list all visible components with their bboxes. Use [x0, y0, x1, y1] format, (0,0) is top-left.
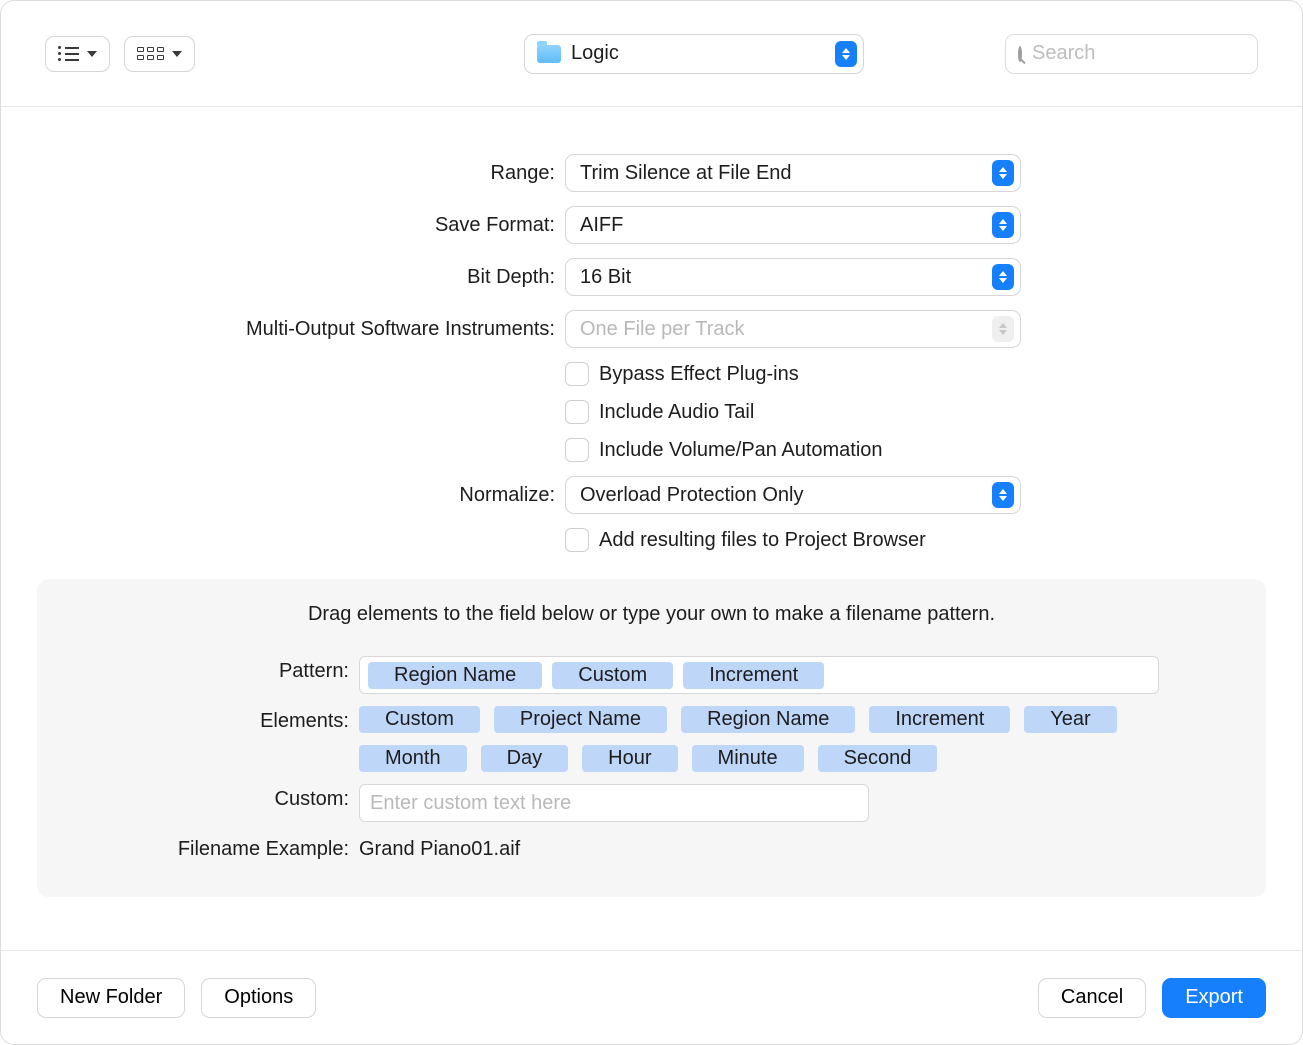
element-token[interactable]: Increment [869, 706, 1010, 733]
search-icon [1018, 46, 1022, 62]
pattern-input[interactable]: Region Name Custom Increment [359, 656, 1159, 694]
save-format-value: AIFF [580, 214, 623, 237]
range-select[interactable]: Trim Silence at File End [565, 154, 1021, 192]
dialog-footer: New Folder Options Cancel Export [1, 950, 1302, 1044]
list-icon [58, 46, 79, 61]
toolbar: Logic [1, 1, 1302, 107]
save-format-select[interactable]: AIFF [565, 206, 1021, 244]
multi-output-select: One File per Track [565, 310, 1021, 348]
options-button[interactable]: Options [201, 978, 316, 1018]
filename-example-label: Filename Example: [57, 834, 359, 861]
select-stepper-icon [992, 212, 1014, 238]
pattern-hint: Drag elements to the field below or type… [57, 603, 1246, 626]
toolbar-view-controls [45, 36, 195, 72]
range-label: Range: [1, 162, 565, 185]
include-vol-pan-label: Include Volume/Pan Automation [599, 439, 883, 462]
add-to-project-browser-checkbox[interactable] [565, 528, 589, 552]
custom-text-input[interactable] [359, 784, 869, 822]
bit-depth-label: Bit Depth: [1, 266, 565, 289]
bypass-effects-label: Bypass Effect Plug-ins [599, 363, 799, 386]
include-audio-tail-label: Include Audio Tail [599, 401, 754, 424]
element-token[interactable]: Region Name [681, 706, 855, 733]
search-field[interactable] [1005, 34, 1258, 74]
pattern-label: Pattern: [57, 656, 359, 683]
select-stepper-icon [992, 482, 1014, 508]
element-token[interactable]: Hour [582, 745, 677, 772]
folder-select[interactable]: Logic [524, 34, 864, 74]
multi-output-value: One File per Track [580, 318, 745, 341]
element-token[interactable]: Month [359, 745, 467, 772]
select-stepper-icon [992, 264, 1014, 290]
element-token[interactable]: Year [1024, 706, 1116, 733]
range-value: Trim Silence at File End [580, 162, 792, 185]
element-token[interactable]: Day [481, 745, 569, 772]
include-vol-pan-checkbox[interactable] [565, 438, 589, 462]
new-folder-button[interactable]: New Folder [37, 978, 185, 1018]
export-dialog: Logic Range: Trim Silence at File End Sa… [0, 0, 1303, 1045]
pattern-token[interactable]: Custom [552, 662, 673, 689]
chevron-down-icon [87, 51, 97, 57]
select-stepper-icon [992, 316, 1014, 342]
view-grid-button[interactable] [124, 36, 195, 72]
folder-icon [537, 45, 561, 63]
select-stepper-icon [835, 41, 857, 67]
chevron-down-icon [172, 51, 182, 57]
element-token[interactable]: Minute [692, 745, 804, 772]
search-input[interactable] [1030, 41, 1299, 66]
multi-output-label: Multi-Output Software Instruments: [1, 318, 565, 341]
folder-label: Logic [571, 42, 619, 65]
pattern-token[interactable]: Increment [683, 662, 824, 689]
element-token[interactable]: Second [818, 745, 938, 772]
filename-pattern-panel: Drag elements to the field below or type… [37, 579, 1266, 897]
grid-icon [137, 47, 164, 60]
cancel-button[interactable]: Cancel [1038, 978, 1146, 1018]
bypass-effects-checkbox[interactable] [565, 362, 589, 386]
dialog-body: Range: Trim Silence at File End Save For… [1, 107, 1302, 950]
bit-depth-value: 16 Bit [580, 266, 631, 289]
element-token[interactable]: Project Name [494, 706, 667, 733]
save-format-label: Save Format: [1, 214, 565, 237]
include-audio-tail-checkbox[interactable] [565, 400, 589, 424]
elements-label: Elements: [57, 706, 359, 733]
custom-label: Custom: [57, 784, 359, 811]
normalize-value: Overload Protection Only [580, 484, 803, 507]
export-button[interactable]: Export [1162, 978, 1266, 1018]
element-token[interactable]: Custom [359, 706, 480, 733]
normalize-select[interactable]: Overload Protection Only [565, 476, 1021, 514]
bit-depth-select[interactable]: 16 Bit [565, 258, 1021, 296]
filename-example-value: Grand Piano01.aif [359, 834, 1159, 861]
pattern-token[interactable]: Region Name [368, 662, 542, 689]
normalize-label: Normalize: [1, 484, 565, 507]
view-list-button[interactable] [45, 36, 110, 72]
add-to-project-browser-label: Add resulting files to Project Browser [599, 529, 926, 552]
elements-row: Custom Project Name Region Name Increment Ye… [359, 706, 1159, 772]
select-stepper-icon [992, 160, 1014, 186]
